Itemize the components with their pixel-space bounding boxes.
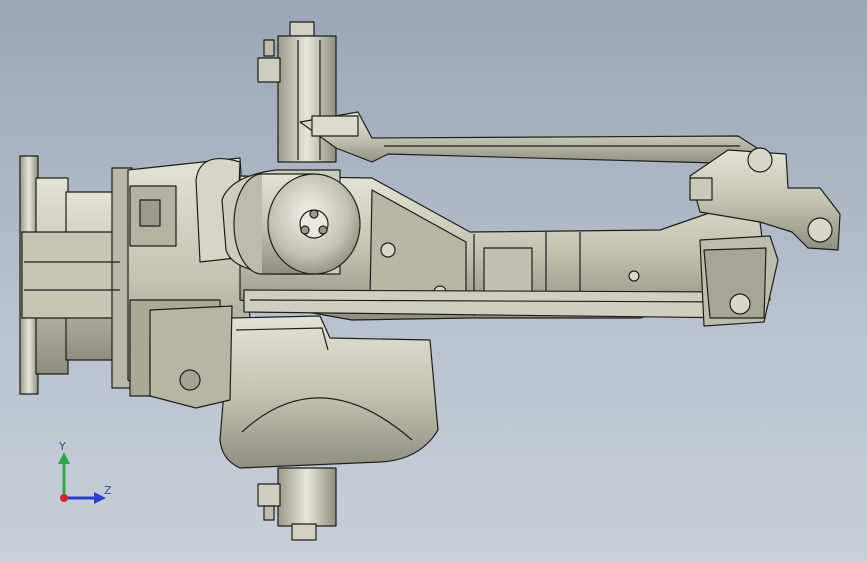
base-flange[interactable] (19, 155, 133, 395)
y-axis-label: Y (58, 440, 66, 453)
upper-column[interactable] (257, 21, 337, 163)
upper-link-rod[interactable] (299, 111, 761, 165)
lower-column[interactable] (257, 467, 337, 541)
lower-motor-cover[interactable] (219, 315, 439, 469)
y-axis-arrowhead (58, 452, 70, 464)
coordinate-triad: Y Z (58, 440, 112, 504)
cad-3d-viewport[interactable]: Y Z (0, 0, 867, 562)
x-axis-dot (60, 494, 68, 502)
robot-arm-model[interactable] (0, 0, 867, 562)
gear-housing[interactable] (149, 305, 233, 409)
z-axis-label: Z (104, 484, 112, 497)
arm-motor[interactable] (221, 169, 361, 275)
